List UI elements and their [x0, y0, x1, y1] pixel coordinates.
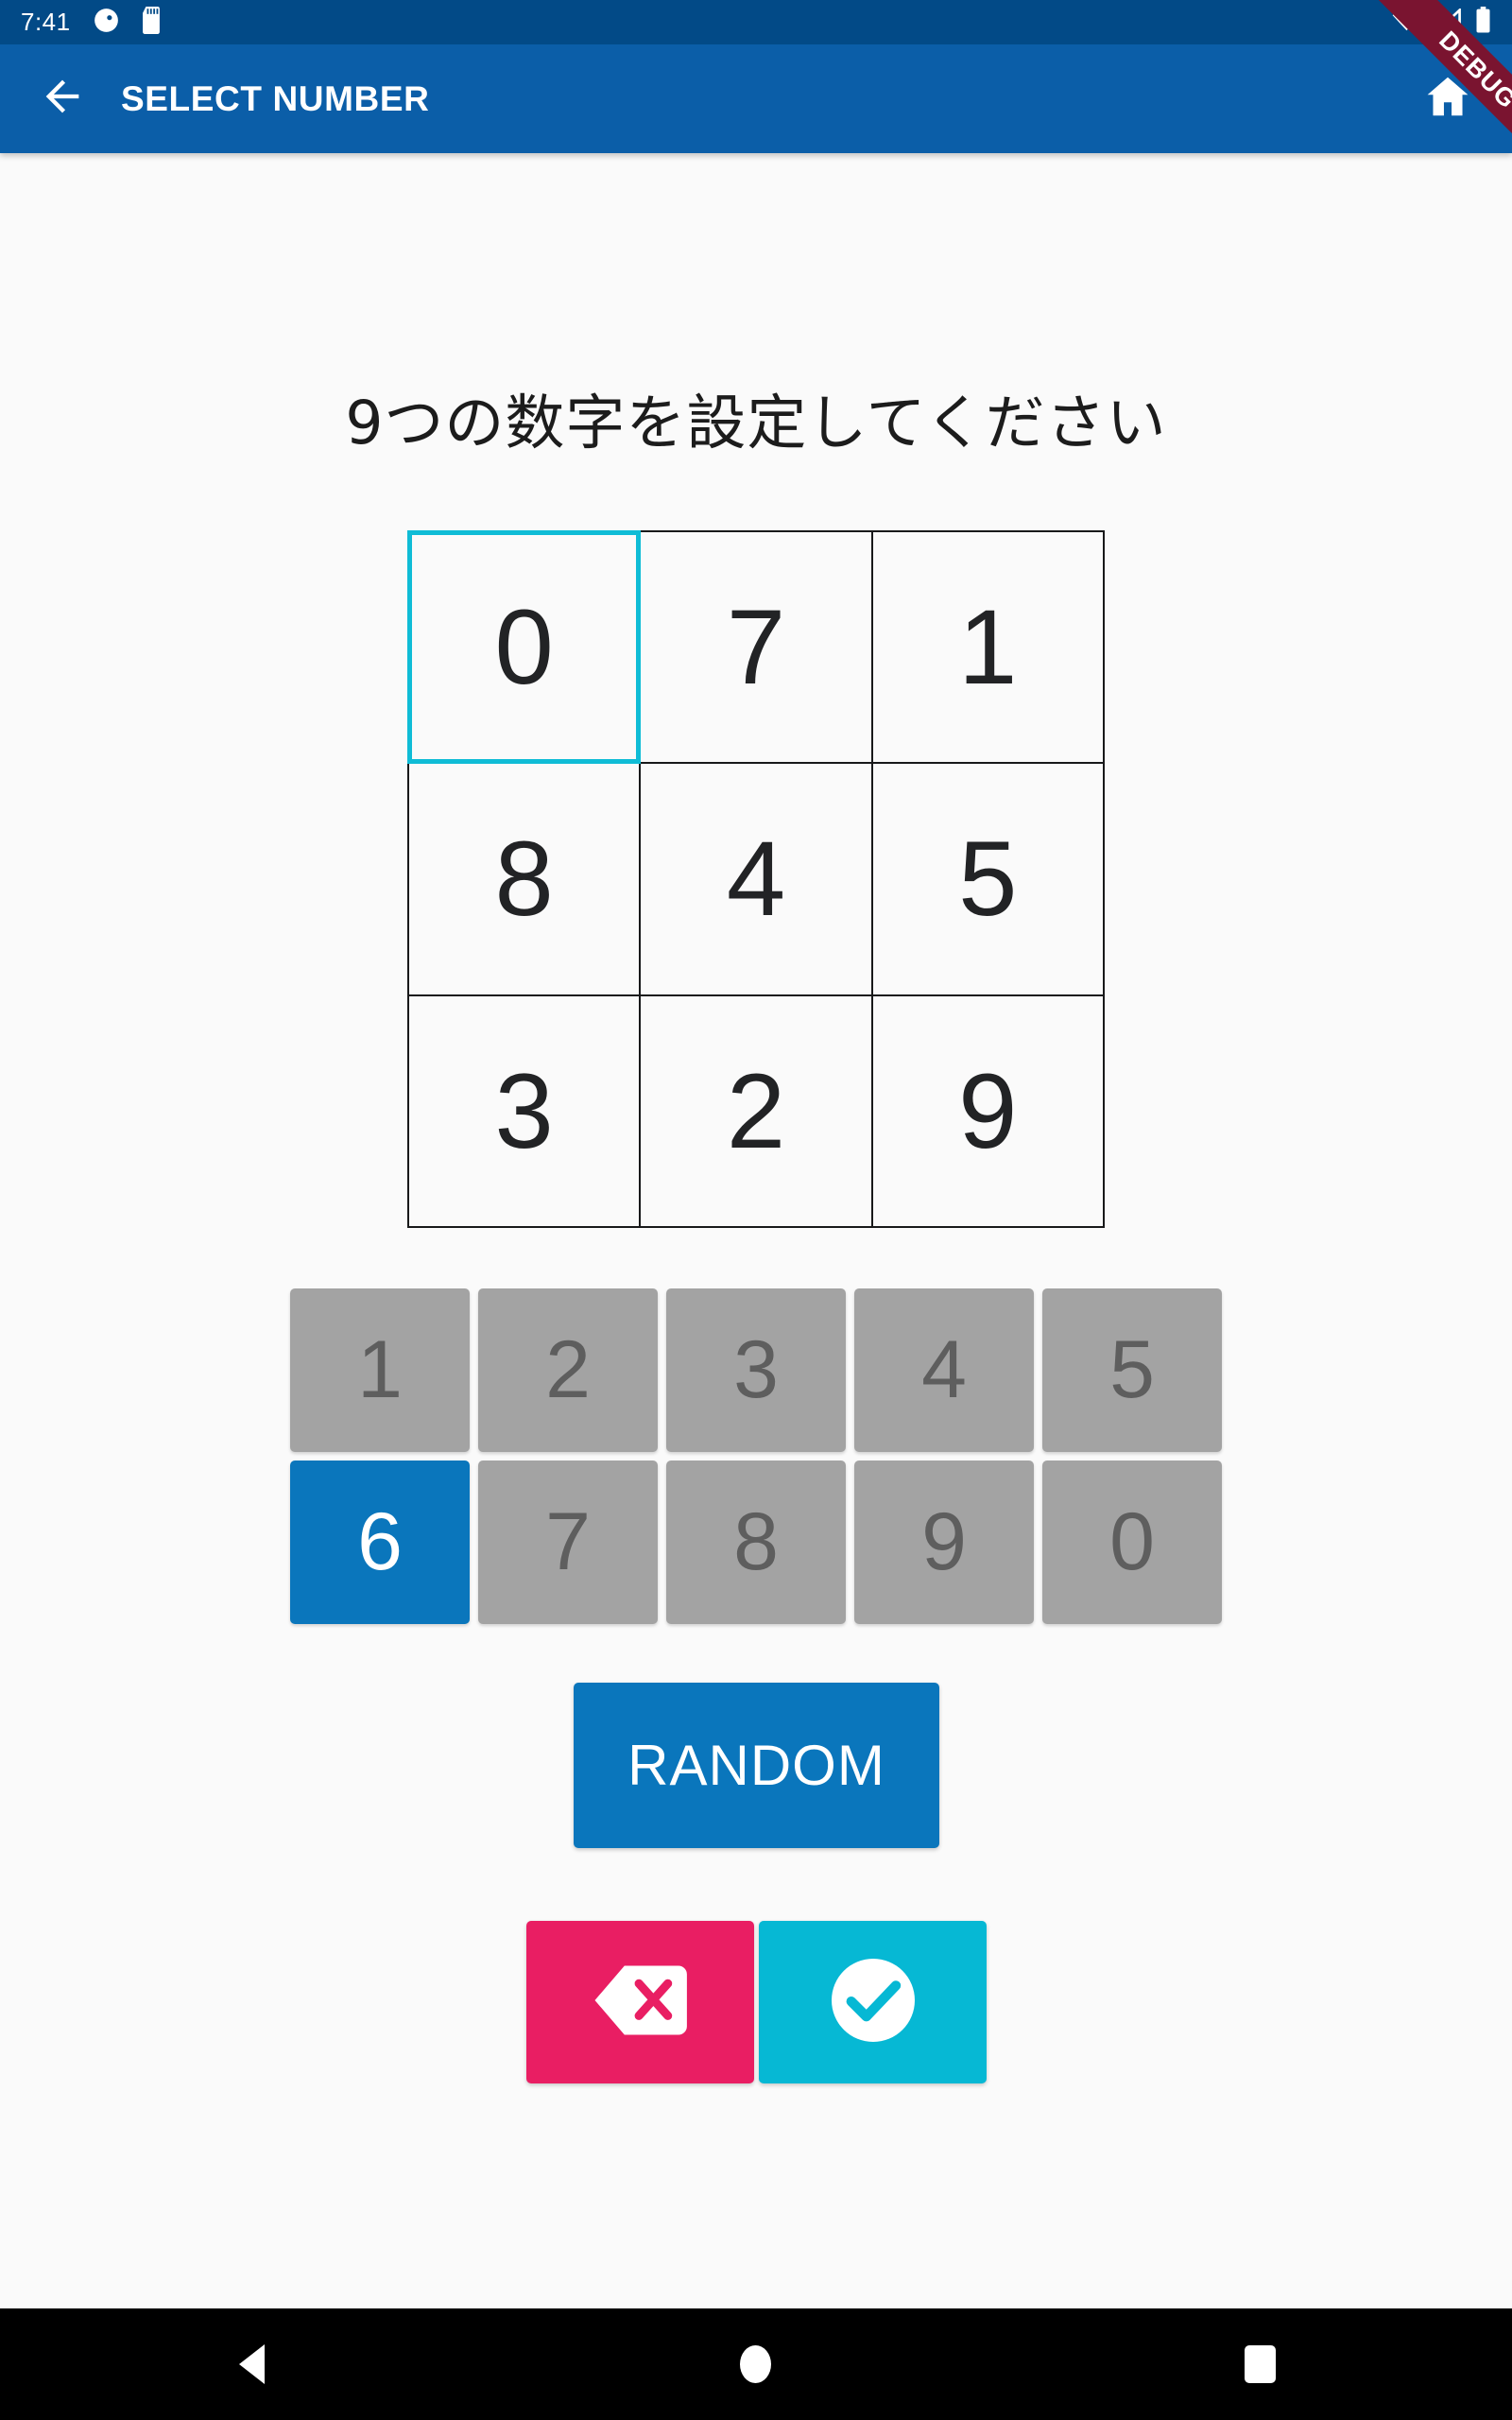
keypad-row-1: 1 2 3 4 5 — [290, 1288, 1222, 1452]
keypad-key-4[interactable]: 4 — [854, 1288, 1034, 1452]
status-clock: 7:41 — [21, 8, 71, 36]
status-right-icon-group — [1392, 7, 1491, 38]
nav-home-button[interactable] — [680, 2308, 832, 2420]
keypad-key-8[interactable]: 8 — [666, 1461, 846, 1624]
keypad-key-0[interactable]: 0 — [1042, 1461, 1222, 1624]
grid-cell-0-0[interactable]: 0 — [407, 530, 642, 765]
action-button-row — [526, 1921, 987, 2083]
home-button[interactable] — [1412, 63, 1484, 135]
keypad-key-3[interactable]: 3 — [666, 1288, 846, 1452]
keypad-key-6[interactable]: 6 — [290, 1461, 470, 1624]
grid-cell-0-1[interactable]: 7 — [639, 530, 873, 765]
backspace-icon — [591, 1962, 690, 2043]
nav-recents-button[interactable] — [1184, 2308, 1335, 2420]
navigation-bar — [0, 2308, 1512, 2420]
keypad: 1 2 3 4 5 6 7 8 9 0 — [290, 1288, 1222, 1624]
headset-icon — [94, 8, 119, 38]
app-bar: SELECT NUMBER — [0, 44, 1512, 153]
keypad-key-5[interactable]: 5 — [1042, 1288, 1222, 1452]
home-circle-icon — [740, 2345, 772, 2383]
main-content: 9つの数字を設定してください 0 7 1 8 4 5 3 2 9 1 2 3 4… — [0, 153, 1512, 2308]
keypad-key-1[interactable]: 1 — [290, 1288, 470, 1452]
prompt-text: 9つの数字を設定してください — [345, 389, 1167, 458]
delete-button[interactable] — [526, 1921, 754, 2083]
app-screen: 7:41 SELECT NUMBER DEBUG 9つの数字を設定してください … — [0, 0, 1512, 2420]
wifi-icon — [1392, 9, 1421, 37]
grid-cell-1-0[interactable]: 8 — [407, 762, 642, 996]
status-bar: 7:41 — [0, 0, 1512, 44]
grid-cell-1-1[interactable]: 4 — [639, 762, 873, 996]
grid-cell-2-1[interactable]: 2 — [639, 994, 873, 1228]
page-title: SELECT NUMBER — [121, 78, 430, 118]
grid-cell-2-0[interactable]: 3 — [407, 994, 642, 1228]
back-triangle-icon — [239, 2344, 266, 2384]
grid-cell-2-2[interactable]: 9 — [870, 994, 1105, 1228]
status-left-icon-group — [94, 6, 163, 39]
keypad-key-2[interactable]: 2 — [478, 1288, 658, 1452]
recents-square-icon — [1244, 2345, 1276, 2383]
keypad-key-7[interactable]: 7 — [478, 1461, 658, 1624]
check-circle-icon — [828, 1955, 919, 2050]
back-button[interactable] — [28, 65, 96, 133]
battery-icon — [1475, 7, 1491, 38]
random-button[interactable]: RANDOM — [574, 1683, 939, 1848]
number-grid: 0 7 1 8 4 5 3 2 9 — [407, 530, 1105, 1228]
grid-cell-0-2[interactable]: 1 — [870, 530, 1105, 765]
sd-card-icon — [140, 6, 163, 39]
arrow-back-icon — [38, 72, 87, 126]
cell-signal-icon — [1435, 7, 1462, 37]
nav-back-button[interactable] — [177, 2308, 328, 2420]
home-icon — [1422, 71, 1473, 127]
grid-cell-1-2[interactable]: 5 — [870, 762, 1105, 996]
confirm-button[interactable] — [759, 1921, 987, 2083]
keypad-row-2: 6 7 8 9 0 — [290, 1461, 1222, 1624]
keypad-key-9[interactable]: 9 — [854, 1461, 1034, 1624]
